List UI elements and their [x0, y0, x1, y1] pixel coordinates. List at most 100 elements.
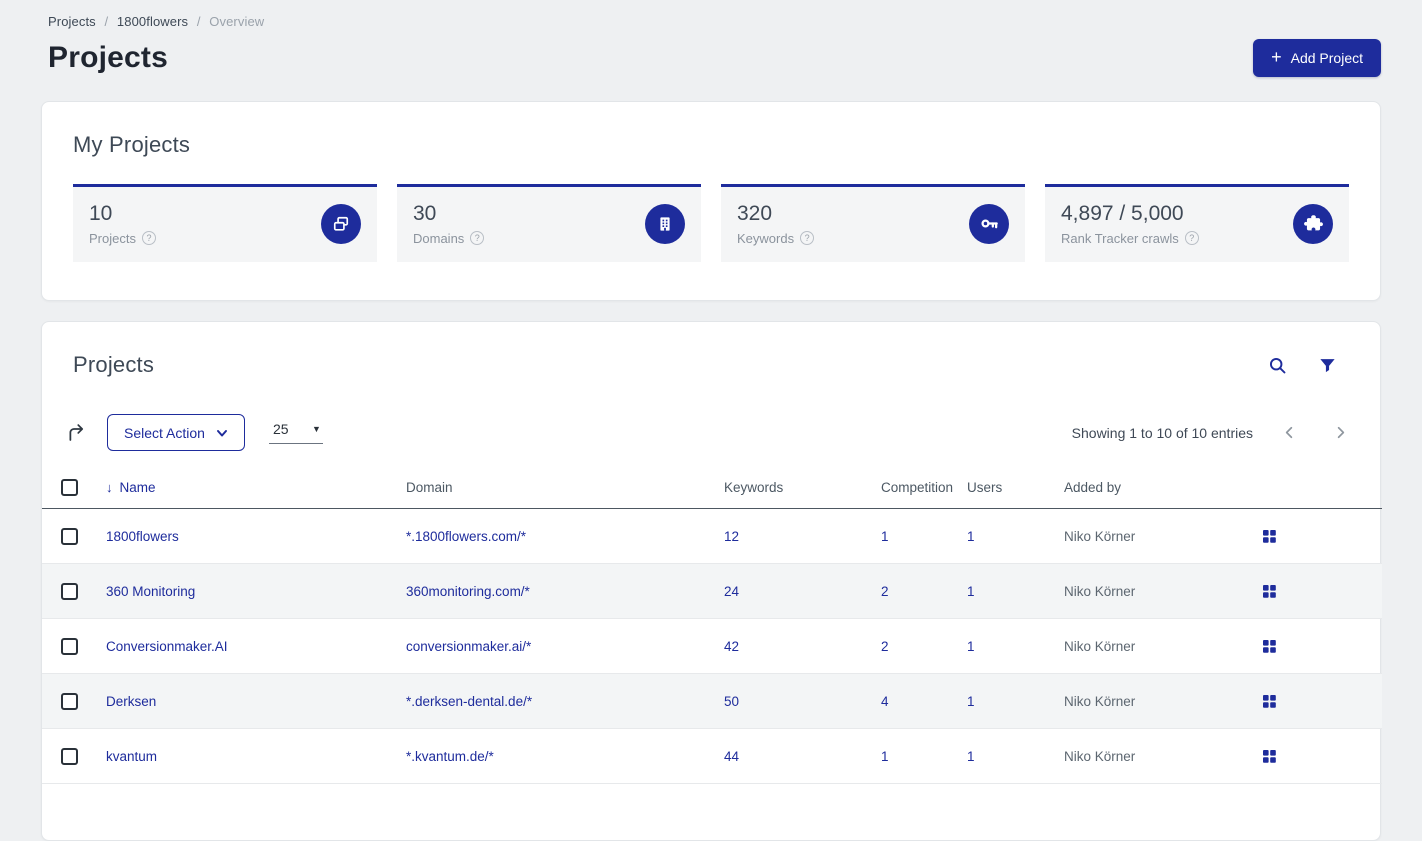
added-by: Niko Körner: [1064, 693, 1136, 709]
row-checkbox[interactable]: [61, 582, 78, 600]
stat-label: Keywords: [737, 230, 795, 246]
added-by: Niko Körner: [1064, 748, 1136, 764]
column-header-actions: [1263, 473, 1382, 509]
column-header-keywords[interactable]: Keywords: [724, 473, 881, 509]
row-checkbox[interactable]: [61, 527, 78, 545]
stat-card-domains: 30 Domains ?: [397, 184, 701, 262]
stat-text: 4,897 / 5,000 Rank Tracker crawls ?: [1061, 202, 1199, 246]
competition-count[interactable]: 4: [881, 694, 889, 709]
row-checkbox[interactable]: [61, 747, 78, 765]
showing-entries-text: Showing 1 to 10 of 10 entries: [1071, 424, 1253, 441]
breadcrumb-1800flowers[interactable]: 1800flowers: [117, 14, 188, 29]
page-size-select[interactable]: 25 ▼: [268, 421, 323, 444]
puzzle-icon: [1293, 203, 1333, 244]
competition-count[interactable]: 2: [881, 639, 889, 654]
dashboard-grid-icon[interactable]: [1263, 694, 1276, 708]
project-name-link[interactable]: 1800flowers: [106, 529, 179, 544]
project-name-link[interactable]: kvantum: [106, 749, 157, 764]
chevron-down-icon: [216, 429, 227, 436]
projects-table-card: Projects Select Action 25 ▼ Showing 1 to…: [41, 321, 1382, 841]
keywords-count[interactable]: 24: [724, 584, 739, 599]
row-checkbox[interactable]: [61, 692, 78, 710]
stat-label: Rank Tracker crawls: [1061, 230, 1179, 246]
keywords-count[interactable]: 12: [724, 529, 739, 544]
column-header-added-by[interactable]: Added by: [1064, 473, 1263, 509]
building-icon: [645, 203, 685, 244]
keywords-count[interactable]: 42: [724, 639, 739, 654]
screens-icon: [321, 203, 361, 244]
project-domain-link[interactable]: *.derksen-dental.de/*: [406, 694, 532, 709]
stat-card-crawls: 4,897 / 5,000 Rank Tracker crawls ?: [1045, 184, 1349, 262]
stat-label: Projects: [89, 230, 136, 246]
select-action-label: Select Action: [124, 424, 205, 441]
project-domain-link[interactable]: conversionmaker.ai/*: [406, 639, 531, 654]
key-icon: [969, 203, 1009, 244]
select-all-checkbox[interactable]: [61, 479, 78, 496]
prev-page-icon[interactable]: [1281, 424, 1298, 441]
my-projects-title: My Projects: [73, 132, 191, 157]
table-row: Conversionmaker.AI conversionmaker.ai/* …: [42, 618, 1382, 674]
help-icon[interactable]: ?: [800, 231, 815, 245]
dashboard-grid-icon[interactable]: [1263, 749, 1276, 763]
users-count[interactable]: 1: [967, 529, 975, 544]
stat-grid: 10 Projects ? 30 Domains ? 320 Keywords …: [73, 184, 1349, 262]
stat-card-keywords: 320 Keywords ?: [721, 184, 1025, 262]
added-by: Niko Körner: [1064, 528, 1136, 544]
users-count[interactable]: 1: [967, 694, 975, 709]
stat-text: 30 Domains ?: [413, 201, 485, 246]
title-row: Projects + Add Project: [41, 39, 1381, 77]
row-checkbox[interactable]: [61, 637, 78, 655]
project-name-link[interactable]: 360 Monitoring: [106, 584, 195, 599]
users-count[interactable]: 1: [967, 639, 975, 654]
added-by: Niko Körner: [1064, 638, 1136, 654]
keywords-count[interactable]: 44: [724, 749, 739, 764]
table-row: Derksen *.derksen-dental.de/* 50 4 1 Nik…: [42, 673, 1382, 729]
help-icon[interactable]: ?: [1184, 231, 1199, 245]
help-icon[interactable]: ?: [470, 231, 485, 245]
caret-down-icon: ▼: [312, 424, 321, 434]
table-row: kvantum *.kvantum.de/* 44 1 1 Niko Körne…: [42, 728, 1382, 784]
export-arrow-icon[interactable]: [66, 422, 87, 443]
page-title: Projects: [48, 41, 168, 74]
column-header-competition[interactable]: Competition: [881, 473, 967, 509]
table-row: 1800flowers *.1800flowers.com/* 12 1 1 N…: [42, 508, 1382, 564]
dashboard-grid-icon[interactable]: [1263, 529, 1276, 543]
project-domain-link[interactable]: *.kvantum.de/*: [406, 749, 494, 764]
project-name-link[interactable]: Conversionmaker.AI: [106, 639, 228, 654]
breadcrumb-overview: Overview: [209, 14, 265, 29]
dashboard-grid-icon[interactable]: [1263, 584, 1276, 598]
table-header-row: ↓ Name Domain Keywords Competition Users …: [42, 473, 1382, 509]
stat-label: Domains: [413, 230, 465, 246]
competition-count[interactable]: 2: [881, 584, 889, 599]
dashboard-grid-icon[interactable]: [1263, 639, 1276, 653]
project-name-link[interactable]: Derksen: [106, 694, 156, 709]
breadcrumb-separator: /: [196, 14, 201, 29]
help-icon[interactable]: ?: [141, 231, 156, 245]
stat-text: 10 Projects ?: [89, 202, 156, 246]
my-projects-card: My Projects 10 Projects ? 30 Domains ? 3…: [41, 101, 1381, 301]
project-domain-link[interactable]: *.1800flowers.com/*: [406, 529, 526, 544]
stat-value: 320: [737, 201, 773, 225]
plus-icon: +: [1271, 47, 1282, 67]
stat-value: 10: [89, 201, 113, 225]
stat-value: 30: [413, 201, 437, 225]
column-header-name[interactable]: ↓ Name: [106, 473, 406, 509]
keywords-count[interactable]: 50: [724, 694, 739, 709]
page-size-value: 25: [272, 421, 289, 437]
column-header-domain[interactable]: Domain: [406, 473, 724, 509]
project-domain-link[interactable]: 360monitoring.com/*: [406, 584, 530, 599]
users-count[interactable]: 1: [967, 584, 975, 599]
add-project-button[interactable]: + Add Project: [1253, 39, 1381, 77]
page: Projects / 1800flowers / Overview Projec…: [0, 0, 1422, 841]
users-count[interactable]: 1: [967, 749, 975, 764]
pagination: [1281, 424, 1349, 441]
stat-value: 4,897 / 5,000: [1061, 201, 1184, 225]
filter-icon[interactable]: [1318, 356, 1337, 375]
search-icon[interactable]: [1267, 355, 1288, 376]
next-page-icon[interactable]: [1332, 424, 1349, 441]
breadcrumb-projects[interactable]: Projects: [48, 14, 96, 29]
column-header-users[interactable]: Users: [967, 473, 1064, 509]
select-action-dropdown[interactable]: Select Action: [107, 414, 245, 451]
competition-count[interactable]: 1: [881, 749, 889, 764]
competition-count[interactable]: 1: [881, 529, 889, 544]
